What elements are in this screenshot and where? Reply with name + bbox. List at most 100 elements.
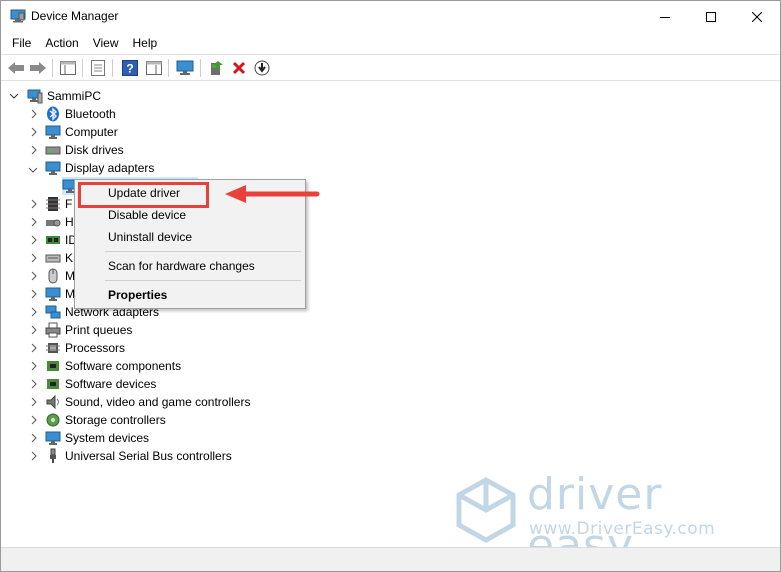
- chevron-right-icon[interactable]: [29, 343, 39, 353]
- tree-item-software-components[interactable]: Software components: [45, 357, 181, 375]
- menu-separator: [105, 251, 301, 252]
- title-bar: Device Manager: [1, 1, 780, 32]
- annotation-arrow-icon: [225, 185, 320, 203]
- chevron-right-icon[interactable]: [29, 271, 39, 281]
- tree-item-label: Sound, video and game controllers: [65, 395, 251, 409]
- back-button[interactable]: [6, 58, 26, 78]
- chevron-right-icon[interactable]: [29, 145, 39, 155]
- tree-item-processors[interactable]: Processors: [45, 339, 125, 357]
- tree-root-label: SammiPC: [47, 89, 102, 103]
- menu-action[interactable]: Action: [38, 33, 85, 53]
- chevron-right-icon[interactable]: [29, 289, 39, 299]
- tree-item-mice[interactable]: M: [45, 267, 75, 285]
- hid-icon: [45, 214, 61, 230]
- action-pane-button[interactable]: [144, 58, 164, 78]
- system-icon: [45, 430, 61, 446]
- properties-button[interactable]: [88, 58, 108, 78]
- toolbar-separator: [168, 59, 169, 77]
- uninstall-toolbar-button[interactable]: [229, 58, 249, 78]
- chevron-right-icon[interactable]: [29, 217, 39, 227]
- tree-item-bluetooth[interactable]: Bluetooth: [45, 105, 116, 123]
- chevron-right-icon[interactable]: [29, 397, 39, 407]
- chevron-right-icon[interactable]: [29, 451, 39, 461]
- chevron-right-icon[interactable]: [29, 253, 39, 263]
- watermark: driver easy www.DriverEasy.com: [453, 469, 773, 571]
- tree-root-sammipc[interactable]: SammiPC: [27, 87, 101, 105]
- tree-item-label: Software components: [65, 359, 182, 373]
- display-icon: [45, 160, 61, 176]
- usb-icon: [45, 448, 61, 464]
- chevron-right-icon[interactable]: [29, 415, 39, 425]
- tree-item-label: Storage controllers: [65, 413, 166, 427]
- chevron-right-icon[interactable]: [29, 433, 39, 443]
- back-icon: [8, 62, 24, 74]
- tree-item-disk-drives[interactable]: Disk drives: [45, 141, 124, 159]
- tree-item-keyboards[interactable]: K: [45, 249, 73, 267]
- tree-item-label: Processors: [65, 341, 126, 355]
- tree-item-system-devices[interactable]: System devices: [45, 429, 149, 447]
- tree-item-firmware[interactable]: F: [45, 195, 72, 213]
- tree-item-hid[interactable]: H: [45, 213, 74, 231]
- menu-item-scan-hardware[interactable]: Scan for hardware changes: [108, 259, 255, 273]
- download-icon: [254, 60, 270, 76]
- menu-file[interactable]: File: [5, 33, 38, 53]
- sound-icon: [45, 394, 61, 410]
- chevron-right-icon[interactable]: [29, 379, 39, 389]
- tree-item-usb-controllers[interactable]: Universal Serial Bus controllers: [45, 447, 232, 465]
- tree-item-label: Computer: [65, 125, 118, 139]
- keyboard-icon: [45, 250, 61, 266]
- minimize-icon: [660, 16, 670, 18]
- forward-button[interactable]: [28, 58, 48, 78]
- chevron-right-icon[interactable]: [29, 127, 39, 137]
- show-hide-console-tree-icon: [60, 61, 76, 75]
- help-icon: ?: [122, 60, 138, 76]
- tree-item-monitors[interactable]: M: [45, 285, 75, 303]
- maximize-button[interactable]: [688, 1, 734, 32]
- monitor-icon: [176, 60, 194, 75]
- device-manager-window: Device Manager File Action View Help ? S…: [0, 0, 781, 572]
- scan-hardware-button[interactable]: [175, 58, 195, 78]
- menu-item-disable-device[interactable]: Disable device: [108, 208, 186, 222]
- computer-icon: [27, 88, 43, 104]
- tree-item-sound-video-game[interactable]: Sound, video and game controllers: [45, 393, 250, 411]
- ide-icon: [45, 232, 61, 248]
- tree-item-display-adapters[interactable]: Display adapters: [45, 159, 154, 177]
- chevron-right-icon[interactable]: [29, 109, 39, 119]
- toolbar-separator: [112, 59, 113, 77]
- close-button[interactable]: [734, 1, 780, 32]
- driver-easy-logo-icon: [456, 477, 516, 543]
- chevron-right-icon[interactable]: [29, 325, 39, 335]
- chevron-right-icon[interactable]: [29, 235, 39, 245]
- menu-item-properties[interactable]: Properties: [108, 288, 167, 302]
- tree-item-label: Bluetooth: [65, 107, 116, 121]
- tree-item-print-queues[interactable]: Print queues: [45, 321, 132, 339]
- chevron-down-icon[interactable]: [9, 91, 19, 101]
- tree-item-ide[interactable]: ID: [45, 231, 77, 249]
- minimize-button[interactable]: [642, 1, 688, 32]
- tree-item-software-devices[interactable]: Software devices: [45, 375, 156, 393]
- bluetooth-icon: [45, 106, 61, 122]
- component-icon: [45, 358, 61, 374]
- download-toolbar-button[interactable]: [252, 58, 272, 78]
- firmware-icon: [45, 196, 61, 212]
- close-icon: [752, 11, 762, 22]
- tree-item-label: Software devices: [65, 377, 157, 391]
- menu-item-uninstall-device[interactable]: Uninstall device: [108, 230, 192, 244]
- menu-help[interactable]: Help: [126, 33, 165, 53]
- chevron-right-icon[interactable]: [29, 307, 39, 317]
- menu-view[interactable]: View: [86, 33, 126, 53]
- chevron-down-icon[interactable]: [28, 165, 38, 175]
- help-button[interactable]: ?: [120, 58, 140, 78]
- forward-icon: [30, 62, 46, 74]
- chevron-right-icon[interactable]: [29, 361, 39, 371]
- chevron-right-icon[interactable]: [29, 199, 39, 209]
- svg-text:?: ?: [126, 62, 133, 76]
- tree-item-label: Display adapters: [65, 161, 155, 175]
- highlight-box: [78, 182, 209, 208]
- printer-icon: [45, 322, 61, 338]
- show-hide-console-tree-button[interactable]: [58, 58, 78, 78]
- tree-item-storage-controllers[interactable]: Storage controllers: [45, 411, 166, 429]
- update-driver-toolbar-button[interactable]: [206, 58, 226, 78]
- tree-item-label: System devices: [65, 431, 150, 445]
- tree-item-computer[interactable]: Computer: [45, 123, 118, 141]
